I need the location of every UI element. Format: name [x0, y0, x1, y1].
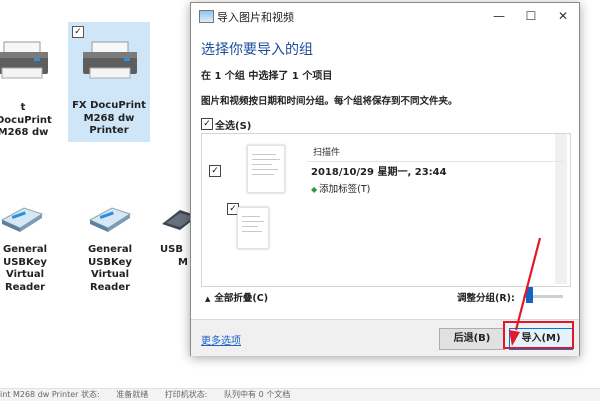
- status-item: int M268 dw Printer 状态:: [0, 390, 100, 399]
- group-name: 扫描件: [313, 148, 341, 158]
- select-all-checkbox[interactable]: ✓: [201, 118, 213, 130]
- device-label-line: USB: [160, 244, 183, 255]
- close-button[interactable]: ✕: [547, 3, 579, 29]
- selection-count: 在 1 个组 中选择了 1 个项目: [201, 71, 333, 82]
- import-dialog: 导入图片和视频 — ☐ ✕ 选择你要导入的组 在 1 个组 中选择了 1 个项目…: [190, 2, 580, 356]
- device-label-line: FX DocuPrint: [72, 100, 146, 111]
- device-label-line: Virtual Reader: [4, 269, 46, 293]
- annotation-highlight-box: [503, 321, 574, 349]
- dialog-heading: 选择你要导入的组: [201, 42, 313, 58]
- grouping-slider-thumb[interactable]: [526, 287, 533, 303]
- more-options-link[interactable]: 更多选项: [201, 332, 241, 347]
- add-tag-label: 添加标签(T): [319, 184, 371, 195]
- printer-icon: [0, 41, 48, 79]
- group-checkbox[interactable]: ✓: [209, 165, 221, 177]
- device-label-usb-1[interactable]: General USBKey Virtual Reader: [0, 244, 58, 294]
- device-label-line: General: [88, 244, 132, 255]
- card-reader-icon: [88, 207, 132, 232]
- device-label-line: USBKey: [88, 256, 132, 268]
- collapse-all-button[interactable]: ▲ 全部折叠(C): [205, 290, 268, 304]
- group-header: 扫描件: [307, 141, 563, 162]
- select-all-label[interactable]: 全选(S): [215, 117, 251, 132]
- tag-icon: ◆: [311, 185, 318, 194]
- title-bar[interactable]: 导入图片和视频 — ☐ ✕: [191, 3, 579, 29]
- printer-icon: [83, 41, 137, 79]
- tile-checkbox[interactable]: ✓: [72, 26, 84, 38]
- status-item: 准备就绪: [116, 390, 149, 399]
- card-reader-icon: [0, 207, 44, 232]
- device-label-line: USBKey: [3, 256, 47, 268]
- device-label-line: M268 dw: [0, 127, 49, 138]
- add-tag-link[interactable]: ◆ 添加标签(T): [311, 181, 370, 195]
- adjust-grouping-label: 调整分组(R):: [457, 293, 515, 304]
- back-button[interactable]: 后退(B): [439, 328, 505, 350]
- device-label-line: M: [178, 256, 188, 268]
- status-bar: int M268 dw Printer 状态: 准备就绪 打印机状态: 队列中有…: [0, 388, 600, 401]
- device-label-printer-1[interactable]: t DocuPrint M268 dw: [0, 102, 52, 140]
- group-date: 2018/10/29 星期一, 23:44: [311, 167, 447, 178]
- status-item: 打印机状态:: [164, 390, 208, 399]
- device-label-line: Printer: [89, 125, 129, 136]
- collapse-all-label: 全部折叠(C): [214, 293, 269, 304]
- dialog-title: 导入图片和视频: [217, 11, 294, 24]
- photos-app-icon: [199, 10, 214, 23]
- group-thumbnail: [247, 145, 285, 193]
- grouping-description: 图片和视频按日期和时间分组。每个组将保存到不同文件夹。: [201, 96, 458, 107]
- device-label-line: M268 dw: [83, 112, 135, 124]
- device-label-line: General: [3, 244, 47, 255]
- device-label-usb-2[interactable]: General USBKey Virtual Reader: [72, 244, 148, 294]
- chevron-up-icon: ▲: [205, 295, 211, 303]
- minimize-button[interactable]: —: [483, 3, 515, 29]
- device-label-printer-2[interactable]: FX DocuPrint M268 dw Printer: [68, 100, 150, 138]
- maximize-button[interactable]: ☐: [515, 3, 547, 29]
- item-thumbnail[interactable]: [237, 207, 269, 249]
- device-label-line: t DocuPrint: [0, 102, 52, 126]
- device-label-line: Virtual Reader: [89, 269, 131, 293]
- device-label-usb-3[interactable]: USB M: [160, 244, 188, 269]
- status-item: 队列中有 0 个文档: [224, 390, 291, 399]
